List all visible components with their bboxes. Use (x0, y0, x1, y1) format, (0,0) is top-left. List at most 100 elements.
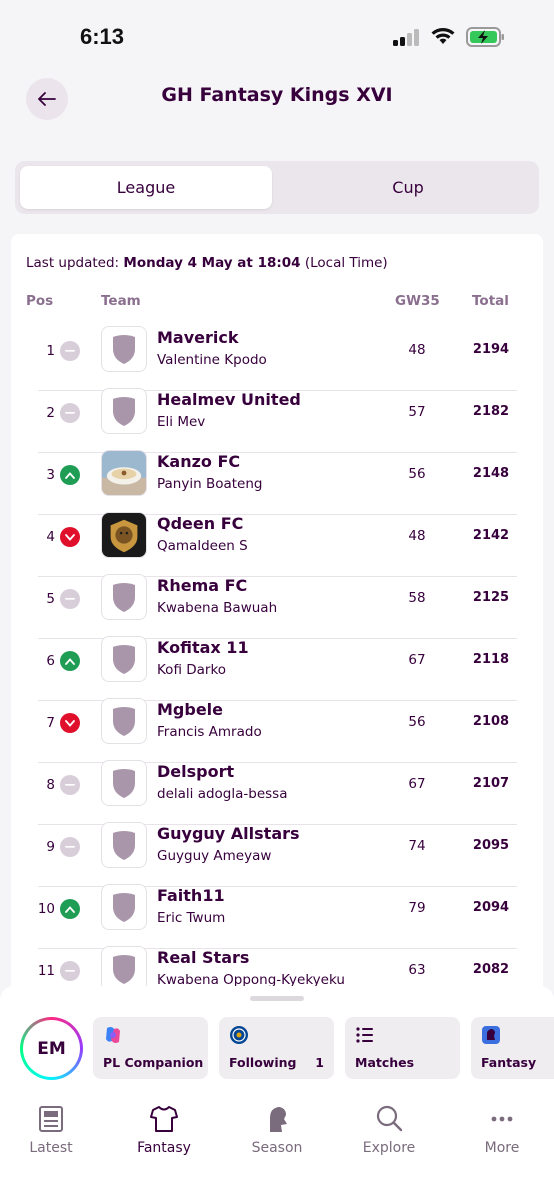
rank-same-icon (60, 341, 80, 361)
avatar[interactable]: EM (20, 1017, 83, 1080)
standings-row[interactable]: 9 Guyguy Allstars Guyguy Ameyaw 74 2095 (11, 822, 543, 887)
total-points: 2095 (472, 838, 510, 853)
standings-row[interactable]: 6 Kofitax 11 Kofi Darko 67 2118 (11, 636, 543, 701)
rank-up-icon (60, 651, 80, 671)
nav-item-explore[interactable]: Explore (334, 1086, 444, 1156)
cellular-signal-icon (393, 28, 423, 46)
manager-name: Eric Twum (157, 910, 226, 926)
rank-same-icon (60, 403, 80, 423)
wifi-icon (431, 28, 455, 44)
manager-name: Qamaldeen S (157, 538, 248, 554)
nav-label: More (484, 1140, 520, 1156)
standings-row[interactable]: 5 Rhema FC Kwabena Bawuah 58 2125 (11, 574, 543, 639)
chelsea-crest-icon (230, 1026, 248, 1044)
position: 10 (37, 901, 55, 917)
column-header-total: Total (472, 293, 509, 309)
status-bar: 6:13 (0, 0, 554, 70)
chip-following[interactable]: Following 1 (219, 1017, 334, 1079)
rank-down-icon (60, 713, 80, 733)
following-count: 1 (315, 1055, 324, 1070)
last-updated-value: Monday 4 May at 18:04 (123, 255, 301, 271)
tab-league[interactable]: League (20, 166, 272, 209)
status-time: 6:13 (80, 24, 125, 49)
team-name: Qdeen FC (157, 514, 244, 533)
position: 3 (46, 467, 55, 483)
sheet-handle[interactable] (250, 996, 304, 1001)
gameweek-points: 56 (408, 466, 426, 482)
standings-row[interactable]: 7 Mgbele Francis Amrado 56 2108 (11, 698, 543, 763)
rank-same-icon (60, 775, 80, 795)
manager-name: Francis Amrado (157, 724, 262, 740)
total-points: 2082 (472, 962, 510, 977)
column-header-gw: GW35 (395, 293, 440, 309)
nav-item-fantasy[interactable]: Fantasy (109, 1086, 219, 1156)
rank-same-icon (60, 961, 80, 981)
team-name: Real Stars (157, 948, 250, 967)
page-title: GH Fantasy Kings XVI (161, 84, 393, 106)
team-badge (101, 326, 147, 372)
gameweek-points: 48 (408, 528, 426, 544)
team-badge (101, 760, 147, 806)
more-icon (491, 1116, 513, 1122)
chip-label: PL Companion (103, 1055, 204, 1070)
total-points: 2118 (472, 652, 510, 667)
tab-cup[interactable]: Cup (282, 166, 534, 209)
column-header-pos: Pos (26, 293, 54, 309)
position: 6 (46, 653, 55, 669)
position: 8 (46, 777, 55, 793)
shirt-icon (150, 1106, 178, 1132)
rank-same-icon (60, 589, 80, 609)
news-icon (39, 1106, 63, 1132)
nav-label: Season (251, 1140, 303, 1156)
team-shield-icon (113, 831, 135, 860)
team-name: Kofitax 11 (157, 638, 249, 657)
team-badge (101, 698, 147, 744)
team-badge (101, 822, 147, 868)
manager-name: Valentine Kpodo (157, 352, 267, 368)
total-points: 2148 (472, 466, 510, 481)
team-badge (101, 574, 147, 620)
standings-row[interactable]: 3 Kanzo FC Panyin Boateng 56 2148 (11, 450, 543, 515)
team-badge (101, 884, 147, 930)
bottom-sheet: EM PL Companion Following 1 Matches Fant… (0, 986, 554, 1200)
team-badge (101, 512, 147, 558)
last-updated: Last updated: Monday 4 May at 18:04 (Loc… (26, 255, 388, 271)
gameweek-points: 58 (408, 590, 426, 606)
chip-pl-companion[interactable]: PL Companion (93, 1017, 208, 1079)
gameweek-points: 48 (408, 342, 426, 358)
league-cup-tabs: League Cup (15, 161, 539, 214)
team-name: Guyguy Allstars (157, 824, 300, 843)
standings-row[interactable]: 2 Healmev United Eli Mev 57 2182 (11, 388, 543, 453)
team-name: Faith11 (157, 886, 225, 905)
standings-row[interactable]: 8 Delsport delali adogla-bessa 67 2107 (11, 760, 543, 825)
team-name: Delsport (157, 762, 235, 781)
copilot-icon (106, 1027, 120, 1043)
total-points: 2108 (472, 714, 510, 729)
position: 7 (46, 715, 55, 731)
chip-label: Matches (355, 1055, 415, 1070)
position: 9 (46, 839, 55, 855)
standings-card: Last updated: Monday 4 May at 18:04 (Loc… (11, 234, 543, 994)
nav-label: Explore (362, 1140, 416, 1156)
team-name: Mgbele (157, 700, 224, 719)
nav-item-latest[interactable]: Latest (0, 1086, 106, 1156)
pl-lion-icon (270, 1107, 287, 1132)
team-name: Maverick (157, 328, 239, 347)
header: GH Fantasy Kings XVI (0, 70, 554, 130)
rank-up-icon (60, 899, 80, 919)
pl-lion-icon (482, 1026, 500, 1044)
nav-item-more[interactable]: More (447, 1086, 554, 1156)
nav-item-season[interactable]: Season (222, 1086, 332, 1156)
standings-row[interactable]: 10 Faith11 Eric Twum 79 2094 (11, 884, 543, 949)
rank-same-icon (60, 837, 80, 857)
chip-matches[interactable]: Matches (345, 1017, 460, 1079)
nav-label: Latest (29, 1140, 73, 1156)
manager-name: Eli Mev (157, 414, 206, 430)
manager-name: Kwabena Bawuah (157, 600, 278, 616)
standings-row[interactable]: 4 Qdeen FC Qamaldeen S 48 2142 (11, 512, 543, 577)
standings-row[interactable]: 1 Maverick Valentine Kpodo 48 2194 (11, 326, 543, 391)
team-badge (101, 450, 147, 496)
team-name: Kanzo FC (157, 452, 241, 471)
chip-fantasy[interactable]: Fantasy (471, 1017, 554, 1079)
rank-up-icon (60, 465, 80, 485)
